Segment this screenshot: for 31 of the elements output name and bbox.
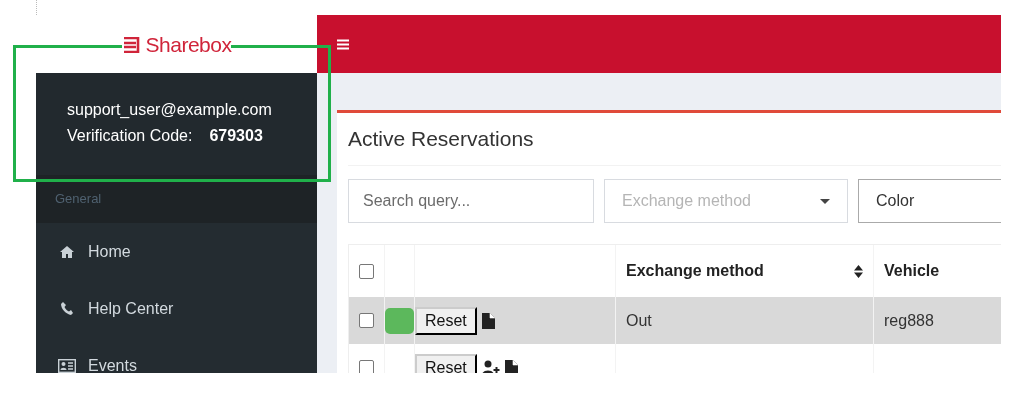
caret-icon xyxy=(820,198,830,204)
home-icon xyxy=(58,245,76,258)
menu-icon[interactable] xyxy=(337,38,349,50)
column-header[interactable]: Vehicle xyxy=(884,262,940,280)
select-all-checkbox[interactable] xyxy=(359,263,374,279)
search-field[interactable]: Search query... xyxy=(348,179,594,223)
table-row[interactable]: Reset Out reg888 xyxy=(349,297,1001,344)
phone-icon xyxy=(58,302,76,315)
column-header[interactable]: Exchange method xyxy=(626,262,764,280)
card-title: Active Reservations xyxy=(348,113,1001,166)
section-heading: General xyxy=(55,191,102,206)
verification-code: 679303 xyxy=(209,127,263,145)
row-checkbox[interactable] xyxy=(359,360,374,373)
user-email: support_user@example.com xyxy=(67,101,273,119)
menu-item[interactable]: Home xyxy=(36,223,317,280)
menu-item[interactable]: Help Center xyxy=(36,280,317,337)
code-label: Verification Code: xyxy=(67,127,193,145)
menu-item[interactable]: Events xyxy=(36,337,317,373)
brand-logo[interactable]: Sharebox xyxy=(121,35,232,55)
id-card-icon xyxy=(58,358,76,373)
table-cell: Out xyxy=(626,311,652,330)
document-icon[interactable] xyxy=(481,312,495,329)
color-dropdown[interactable]: Color xyxy=(858,179,1001,223)
table-cell: reg888 xyxy=(884,311,934,330)
row-checkbox[interactable] xyxy=(359,313,374,328)
reset-button[interactable]: Reset xyxy=(415,353,477,373)
user-plus-icon[interactable] xyxy=(481,360,500,373)
reset-button[interactable]: Reset xyxy=(415,306,477,335)
document-icon[interactable] xyxy=(504,359,518,373)
table-row[interactable]: Reset xyxy=(349,344,1001,373)
sort-icon[interactable] xyxy=(854,264,863,278)
